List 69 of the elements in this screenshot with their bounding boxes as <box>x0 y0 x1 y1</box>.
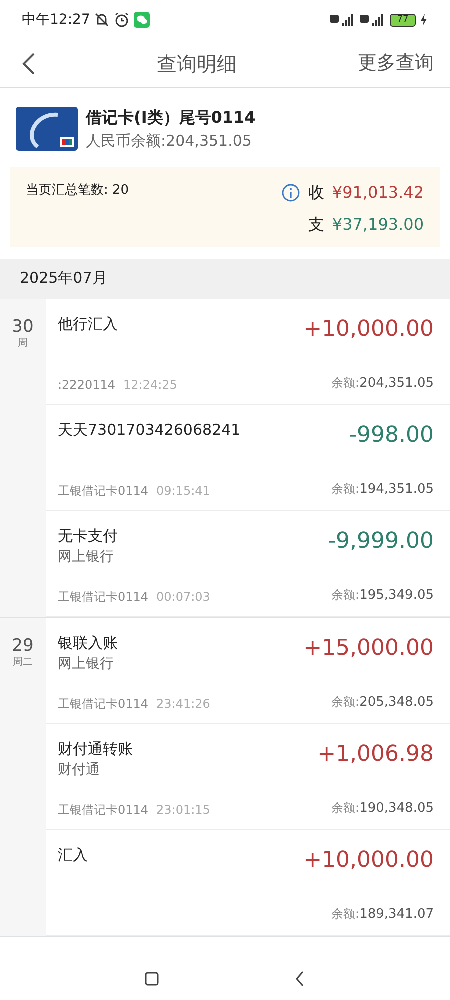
bank-card-icon <box>16 107 78 152</box>
info-icon[interactable] <box>282 184 300 202</box>
account-balance: 人民币余额:204,351.05 <box>86 131 253 152</box>
card-label: 工银借记卡0114 <box>58 696 149 712</box>
expense-label: 支 <box>308 214 324 236</box>
transaction-title: 无卡支付 <box>58 526 118 546</box>
signal-icon <box>360 13 386 27</box>
weekday: 周 <box>17 336 29 350</box>
balance-label: 余额: <box>332 482 360 496</box>
balance-label: 余额: <box>332 800 360 814</box>
charging-icon <box>420 14 428 26</box>
transaction-channel: 财付通 <box>58 761 101 780</box>
transaction-item[interactable]: 财付通转账 财付通 +1,006.98 工银借记卡0114 23:01:15 余额:190,348.05 <box>46 724 450 830</box>
transaction-amount: -9,999.00 <box>328 528 434 556</box>
chat-app-icon <box>134 12 150 28</box>
balance-amount: 190,348.05 <box>360 800 434 816</box>
balance-label: 余额: <box>332 376 360 390</box>
balance-amount: 189,341.07 <box>360 906 434 922</box>
more-query-link[interactable]: 更多查询 <box>358 49 434 78</box>
transaction-channel: 网上银行 <box>58 548 115 567</box>
month-header: 2025年07月 <box>0 258 450 298</box>
weekday: 周二 <box>12 656 34 670</box>
signal-icon <box>330 13 356 27</box>
record-count: 当页汇总笔数: 20 <box>26 182 130 200</box>
muted-bell-icon <box>94 12 110 28</box>
day-number: 29 <box>11 638 35 654</box>
transaction-time: 00:07:03 <box>156 588 210 606</box>
balance-amount: 195,349.05 <box>360 588 434 602</box>
transaction-title: 他行汇入 <box>58 314 118 334</box>
back-icon <box>22 52 36 76</box>
battery-icon: 77 <box>390 14 416 26</box>
transaction-amount: +10,000.00 <box>304 846 434 874</box>
home-square-icon[interactable] <box>145 972 159 986</box>
alarm-icon <box>114 12 130 28</box>
transaction-title: 银联入账 <box>58 632 118 654</box>
transaction-channel: 网上银行 <box>58 655 115 674</box>
transaction-item[interactable]: 汇入 +10,000.00 余额:189,341.07 <box>46 830 450 936</box>
transaction-title: 汇入 <box>58 844 88 866</box>
transaction-amount: +10,000.00 <box>304 316 434 344</box>
page-title: 查询明细 <box>157 50 237 78</box>
card-label: 工银借记卡0114 <box>58 588 149 606</box>
transaction-time: 23:41:26 <box>156 696 210 712</box>
transaction-amount: -998.00 <box>349 422 434 450</box>
expense-total: ¥37,193.00 <box>332 214 424 236</box>
balance-amount: 194,351.05 <box>360 482 434 496</box>
transaction-time: 09:15:41 <box>156 482 210 500</box>
balance-label: 余额: <box>332 588 360 602</box>
transaction-title: 天天7301703426068241 <box>58 420 241 440</box>
transaction-amount: +15,000.00 <box>304 634 434 662</box>
back-button[interactable] <box>22 52 36 76</box>
balance-label: 余额: <box>332 694 360 708</box>
balance-amount: 204,351.05 <box>360 376 434 390</box>
transaction-item[interactable]: 天天7301703426068241 -998.00 工银借记卡0114 09:15:41 余额:194,351.05 <box>46 404 450 510</box>
card-label: 工银借记卡0114 <box>58 482 149 500</box>
day-number: 30 <box>11 318 35 336</box>
income-total: ¥91,013.42 <box>332 182 424 204</box>
transaction-time: 12:24:25 <box>124 376 178 394</box>
transaction-time: 23:01:15 <box>156 802 210 818</box>
income-label: 收 <box>308 182 324 204</box>
card-label: :2220114 <box>58 376 116 394</box>
account-name: 借记卡(Ⅰ类）尾号0114 <box>86 107 256 129</box>
transaction-title: 财付通转账 <box>58 738 133 760</box>
balance-label: 余额: <box>332 906 360 920</box>
transaction-amount: +1,006.98 <box>318 740 434 768</box>
balance-amount: 205,348.05 <box>360 694 434 710</box>
card-label: 工银借记卡0114 <box>58 802 149 818</box>
status-time: 中午12:27 <box>22 10 90 30</box>
transaction-item[interactable]: 无卡支付 网上银行 -9,999.00 工银借记卡0114 00:07:03 余额:195,349.05 <box>46 510 450 616</box>
back-nav-icon[interactable] <box>295 971 305 987</box>
